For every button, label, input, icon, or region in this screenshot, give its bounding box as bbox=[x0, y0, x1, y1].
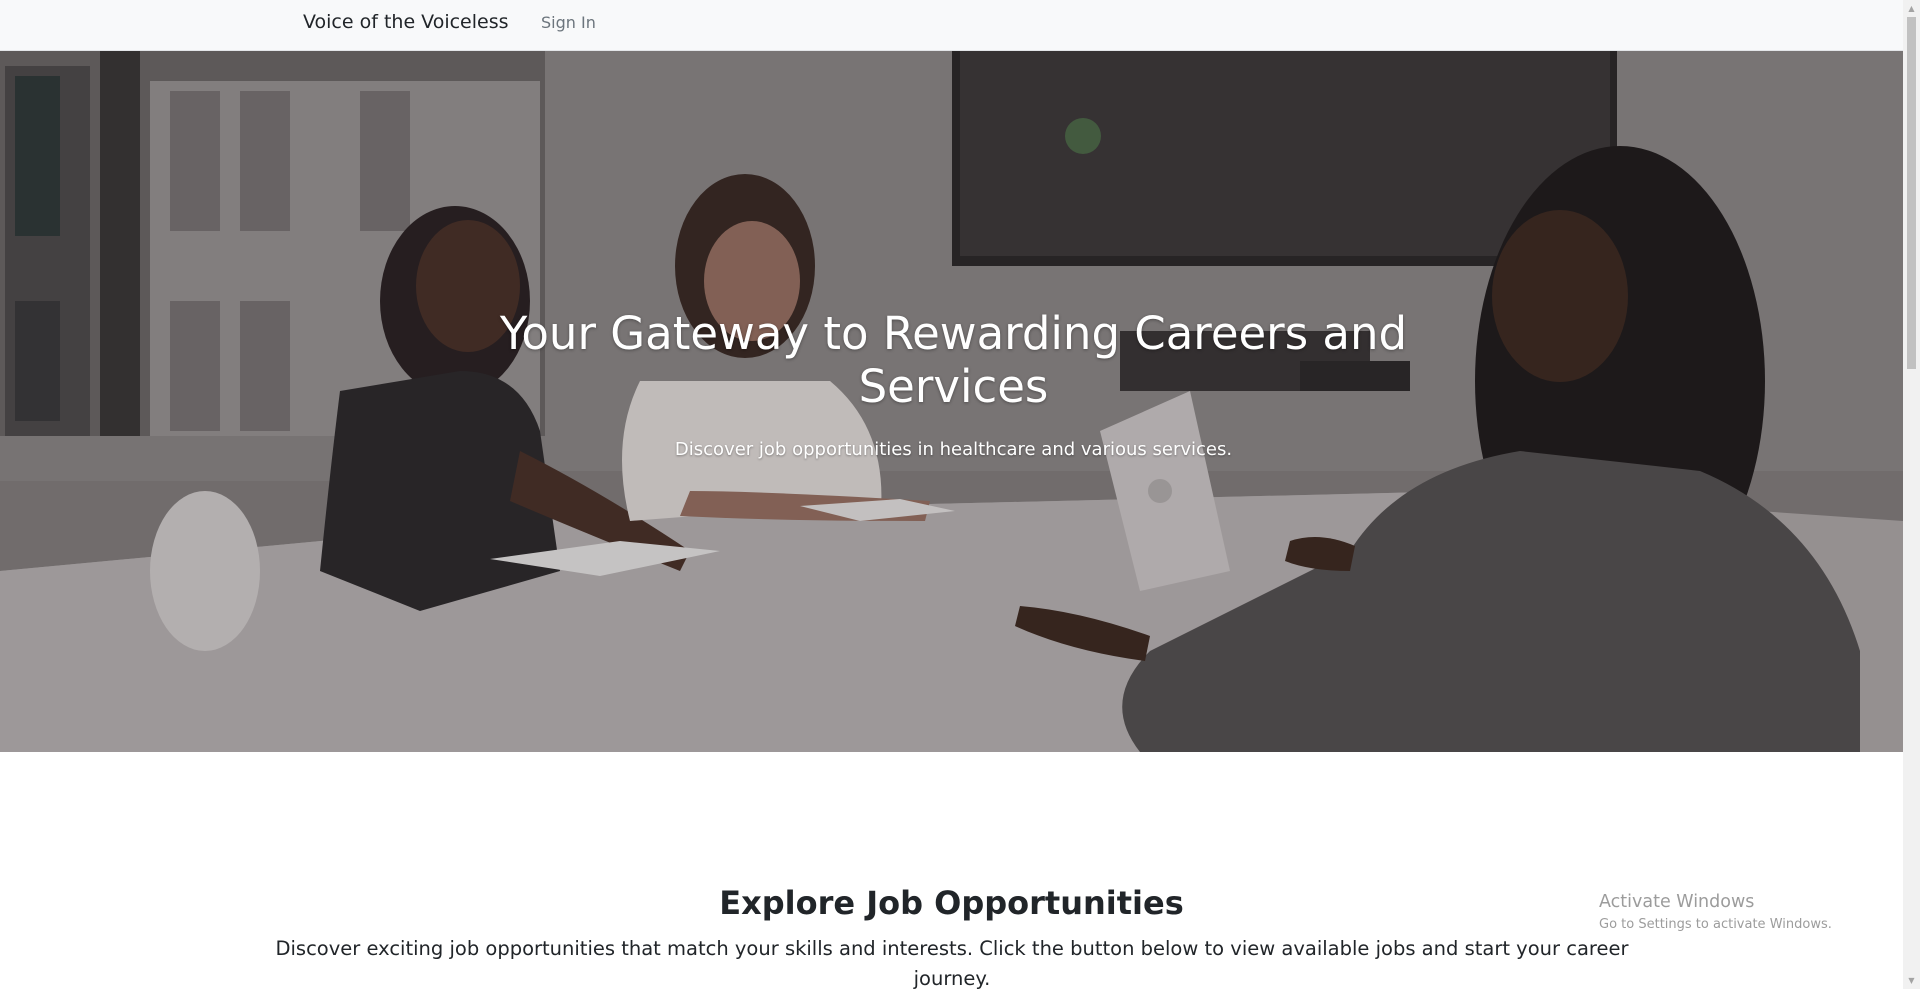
hero-banner: Your Gateway to Rewarding Careers and Se… bbox=[0, 51, 1903, 752]
vertical-scrollbar[interactable]: ▲ ▼ bbox=[1903, 0, 1920, 989]
sign-in-link[interactable]: Sign In bbox=[541, 13, 596, 32]
hero-title: Your Gateway to Rewarding Careers and Se… bbox=[499, 307, 1408, 413]
scroll-down-arrow-icon[interactable]: ▼ bbox=[1903, 972, 1920, 989]
scrollbar-thumb[interactable] bbox=[1907, 17, 1916, 369]
page: Voice of the Voiceless Sign In Your Gate… bbox=[0, 0, 1903, 989]
navbar: Voice of the Voiceless Sign In bbox=[0, 0, 1903, 51]
jobs-section-description: Discover exciting job opportunities that… bbox=[275, 937, 1629, 989]
jobs-section-title: Explore Job Opportunities bbox=[719, 884, 1184, 922]
scroll-up-arrow-icon[interactable]: ▲ bbox=[1903, 0, 1920, 17]
hero-subtitle: Discover job opportunities in healthcare… bbox=[674, 439, 1233, 460]
brand-link[interactable]: Voice of the Voiceless bbox=[303, 11, 509, 33]
